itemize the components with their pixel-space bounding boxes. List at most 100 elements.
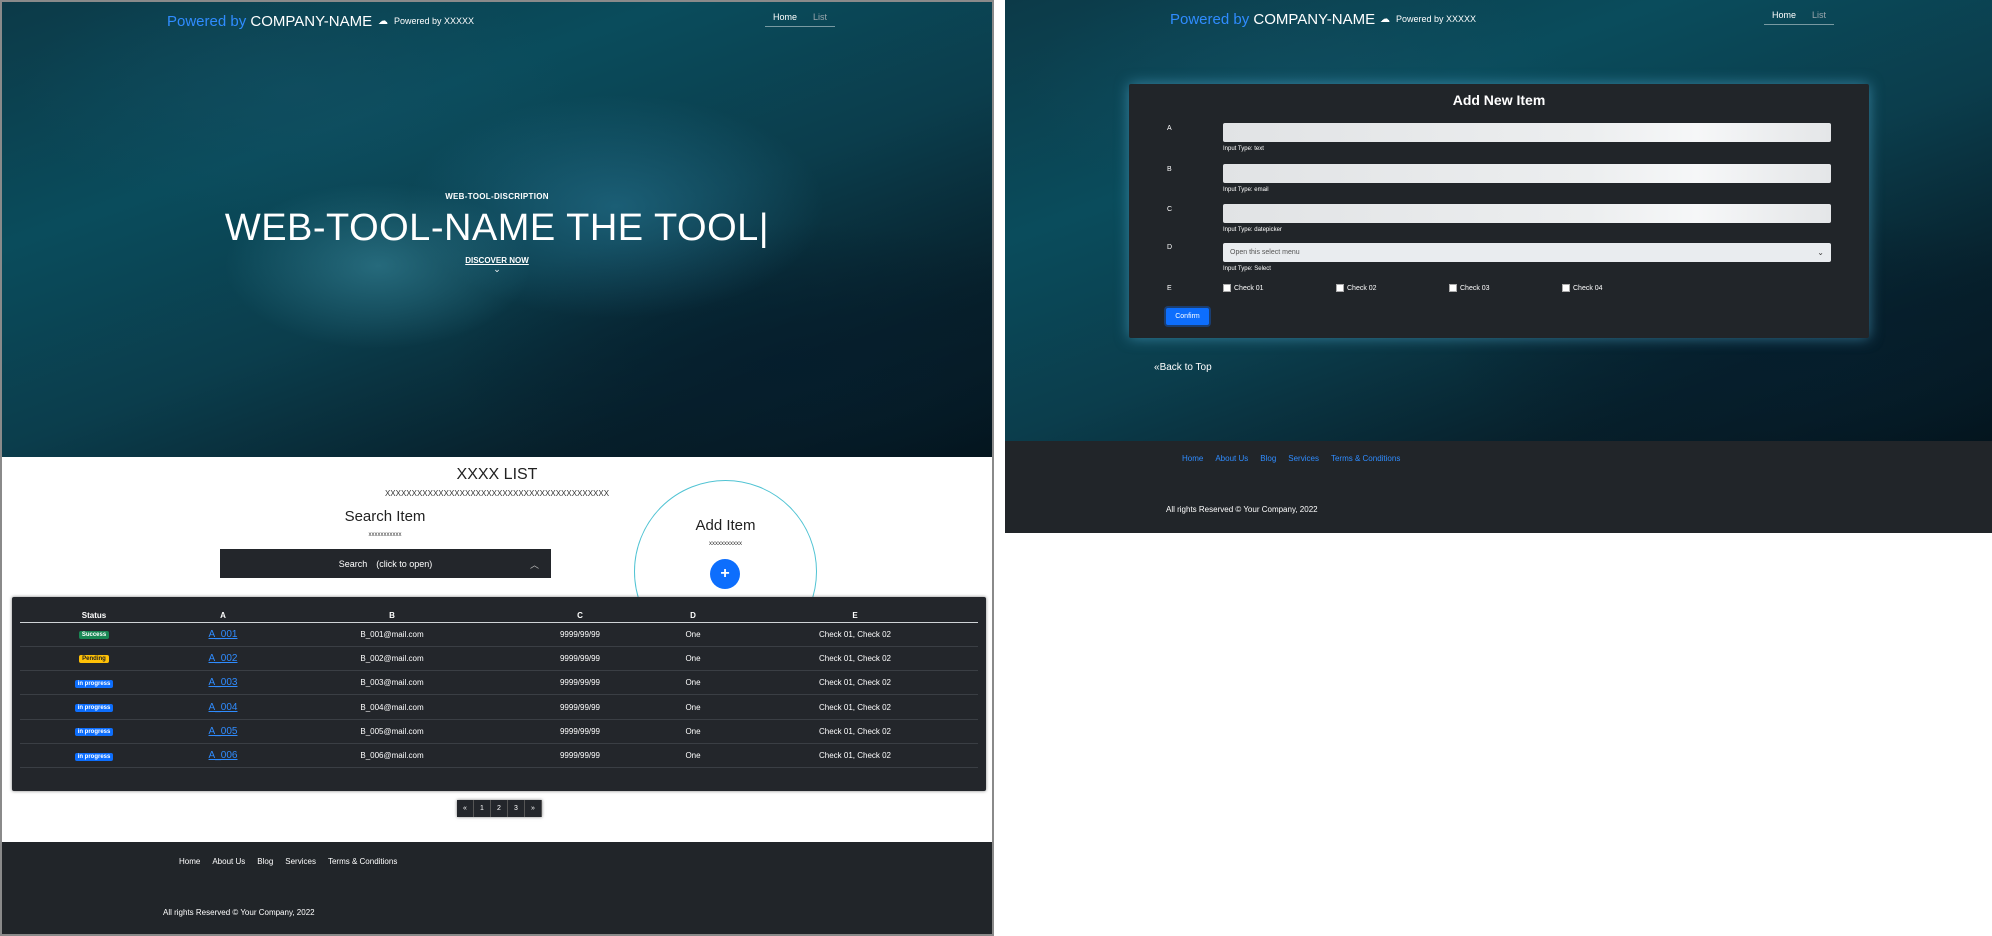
powered-by-text: Powered by XXXXX <box>394 16 475 26</box>
field-c-datepicker[interactable] <box>1223 204 1831 223</box>
checkbox-icon[interactable] <box>1223 284 1231 292</box>
checkbox-icon[interactable] <box>1336 284 1344 292</box>
page-next-button[interactable]: » <box>525 800 542 817</box>
footer-link-services[interactable]: Services <box>285 857 316 866</box>
form-title: Add New Item <box>1452 92 1546 108</box>
cell-c: 9999/99/99 <box>506 719 654 744</box>
page-2-button[interactable]: 2 <box>491 800 508 817</box>
page-3-button[interactable]: 3 <box>508 800 525 817</box>
table-row: in progress A_006 B_006@mail.com 9999/99… <box>20 743 978 769</box>
nav-list[interactable]: List <box>805 12 835 22</box>
search-toggle-label: Search (click to open) <box>338 559 433 569</box>
item-link[interactable]: A_004 <box>209 702 238 713</box>
footer: Home About Us Blog Services Terms & Cond… <box>2 842 992 934</box>
field-a-input[interactable] <box>1223 123 1831 142</box>
footer-link-about[interactable]: About Us <box>212 857 245 866</box>
cell-c: 9999/99/99 <box>506 646 654 672</box>
nav-home[interactable]: Home <box>765 12 805 22</box>
item-link[interactable]: A_002 <box>209 653 238 664</box>
back-to-top-link[interactable]: «Back to Top <box>1154 362 1212 373</box>
footer: Home About Us Blog Services Terms & Cond… <box>1005 441 1992 533</box>
col-status: Status <box>20 609 168 623</box>
status-badge: Pending <box>79 655 109 664</box>
field-d-select[interactable]: Open this select menu ⌄ <box>1223 243 1831 262</box>
cell-b: B_006@mail.com <box>278 743 506 769</box>
brand-logo[interactable]: Powered by COMPANY-NAME <box>1170 11 1375 28</box>
nav-home[interactable]: Home <box>1764 10 1804 20</box>
cell-e: Check 01, Check 02 <box>732 694 978 720</box>
item-link[interactable]: A_003 <box>209 677 238 688</box>
check-label: Check 03 <box>1460 284 1490 292</box>
chevron-down-icon[interactable]: ⌄ <box>2 265 992 274</box>
powered-by: ☁ Powered by XXXXX <box>1380 14 1476 25</box>
field-d-help: Input Type: Select <box>1223 266 1271 272</box>
item-link[interactable]: A_006 <box>209 750 238 761</box>
field-b-input[interactable] <box>1223 164 1831 183</box>
cloud-icon: ☁ <box>1380 14 1390 25</box>
check-01[interactable]: Check 01 <box>1223 284 1336 292</box>
cell-e: Check 01, Check 02 <box>732 646 978 672</box>
check-04[interactable]: Check 04 <box>1562 284 1675 292</box>
field-c-help: Input Type: datepicker <box>1223 227 1282 233</box>
item-link[interactable]: A_005 <box>209 726 238 737</box>
col-e: E <box>732 609 978 623</box>
main-page: Powered by COMPANY-NAME ☁ Powered by XXXX… <box>0 0 994 936</box>
footer-links: Home About Us Blog Services Terms & Cond… <box>1182 454 1400 463</box>
add-item-page: Powered by COMPANY-NAME ☁ Powered by XXXX… <box>1005 0 1992 533</box>
check-label: Check 01 <box>1234 284 1264 292</box>
footer-link-blog[interactable]: Blog <box>257 857 273 866</box>
powered-by-text: Powered by XXXXX <box>1396 14 1477 24</box>
cell-d: One <box>654 622 732 647</box>
search-toggle[interactable]: Search (click to open) ︿ <box>220 549 551 578</box>
footer-link-terms[interactable]: Terms & Conditions <box>1331 454 1400 463</box>
check-label: Check 02 <box>1347 284 1377 292</box>
cell-b: B_004@mail.com <box>278 694 506 720</box>
col-d: D <box>654 609 732 623</box>
footer-link-blog[interactable]: Blog <box>1260 454 1276 463</box>
check-03[interactable]: Check 03 <box>1449 284 1562 292</box>
confirm-button[interactable]: Confirm <box>1166 308 1209 325</box>
chevron-up-icon: ︿ <box>529 560 539 570</box>
footer-link-about[interactable]: About Us <box>1215 454 1248 463</box>
hero-text: WEB-TOOL-DISCRIPTION WEB-TOOL-NAME THE T… <box>2 192 992 274</box>
cell-d: One <box>654 646 732 672</box>
back-to-top-label: Back to Top <box>1159 362 1212 373</box>
field-b-label: B <box>1167 166 1172 173</box>
navbar: Powered by COMPANY-NAME ☁ Powered by XXXX… <box>2 2 992 42</box>
nav-list[interactable]: List <box>1804 10 1834 20</box>
page-1-button[interactable]: 1 <box>474 800 491 817</box>
nav-links: Home List <box>765 12 836 27</box>
brand-powered-text: Powered by <box>1170 11 1250 28</box>
add-item-button[interactable]: + <box>710 559 740 589</box>
item-link[interactable]: A_001 <box>209 629 238 640</box>
page-prev-button[interactable]: « <box>457 800 474 817</box>
nav-links: Home List <box>1764 10 1835 25</box>
footer-link-home[interactable]: Home <box>1182 454 1203 463</box>
select-placeholder: Open this select menu <box>1230 249 1300 256</box>
footer-link-home[interactable]: Home <box>179 857 200 866</box>
check-02[interactable]: Check 02 <box>1336 284 1449 292</box>
powered-by: ☁ Powered by XXXXX <box>378 16 474 27</box>
brand-powered-text: Powered by <box>167 13 247 30</box>
brand-logo[interactable]: Powered by COMPANY-NAME <box>167 13 372 30</box>
cell-b: B_001@mail.com <box>278 622 506 647</box>
status-badge: in progress <box>74 679 114 688</box>
add-item-form: Add New Item A Input Type: text B Input … <box>1129 84 1869 338</box>
items-table: Status A B C D E Success A_001 B_001@mai… <box>12 597 986 791</box>
cell-d: One <box>654 719 732 744</box>
checkbox-icon[interactable] <box>1562 284 1570 292</box>
footer-link-services[interactable]: Services <box>1288 454 1319 463</box>
table-row: Pending A_002 B_002@mail.com 9999/99/99 … <box>20 646 978 672</box>
cell-c: 9999/99/99 <box>506 743 654 769</box>
field-e-checks: Check 01 Check 02 Check 03 Check 04 <box>1223 284 1675 292</box>
field-b-help: Input Type: email <box>1223 187 1269 193</box>
field-c-label: C <box>1167 206 1173 213</box>
table-row: in progress A_003 B_003@mail.com 9999/99… <box>20 670 978 696</box>
col-b: B <box>278 609 506 623</box>
search-subtitle: xxxxxxxxxxx <box>368 532 402 538</box>
checkbox-icon[interactable] <box>1449 284 1457 292</box>
cell-d: One <box>654 694 732 720</box>
cell-b: B_002@mail.com <box>278 646 506 672</box>
footer-link-terms[interactable]: Terms & Conditions <box>328 857 397 866</box>
cell-e: Check 01, Check 02 <box>732 622 978 647</box>
